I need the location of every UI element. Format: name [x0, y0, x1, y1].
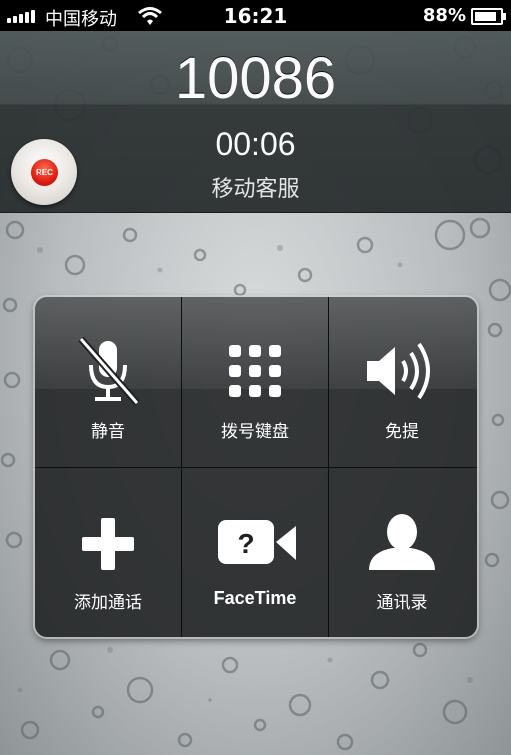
add-call-button[interactable]: 添加通话 — [35, 468, 181, 637]
call-controls-panel: 静音 拨号键盘 免提 添加通话 ? FaceTime 通讯录 — [35, 297, 477, 637]
battery-percent: 88% — [422, 5, 466, 26]
add-call-label: 添加通话 — [74, 593, 142, 613]
call-header: 10086 00:06 移动客服 — [0, 31, 511, 213]
keypad-icon — [229, 345, 281, 397]
keypad-label: 拨号键盘 — [221, 422, 289, 442]
speaker-button[interactable]: 免提 — [329, 297, 475, 467]
facetime-icon: ? — [218, 520, 296, 564]
caller-number: 10086 — [174, 46, 337, 111]
mute-label: 静音 — [91, 422, 125, 442]
record-button[interactable]: REC — [11, 139, 77, 205]
facetime-label: FaceTime — [213, 588, 297, 608]
mute-button[interactable]: 静音 — [35, 297, 181, 467]
add-call-icon — [82, 518, 134, 570]
call-duration: 00:06 — [215, 126, 296, 162]
contacts-label: 通讯录 — [376, 593, 428, 613]
facetime-button[interactable]: ? FaceTime — [182, 468, 328, 637]
status-bar: 中国移动 16:21 88% — [0, 0, 511, 31]
contacts-icon — [369, 514, 435, 570]
contacts-button[interactable]: 通讯录 — [329, 468, 475, 637]
mute-icon — [78, 337, 140, 406]
speaker-label: 免提 — [385, 422, 419, 442]
speaker-icon — [367, 342, 430, 400]
record-icon: REC — [31, 159, 58, 186]
battery-icon — [471, 8, 506, 25]
svg-text:?: ? — [237, 528, 254, 559]
keypad-button[interactable]: 拨号键盘 — [182, 297, 328, 467]
